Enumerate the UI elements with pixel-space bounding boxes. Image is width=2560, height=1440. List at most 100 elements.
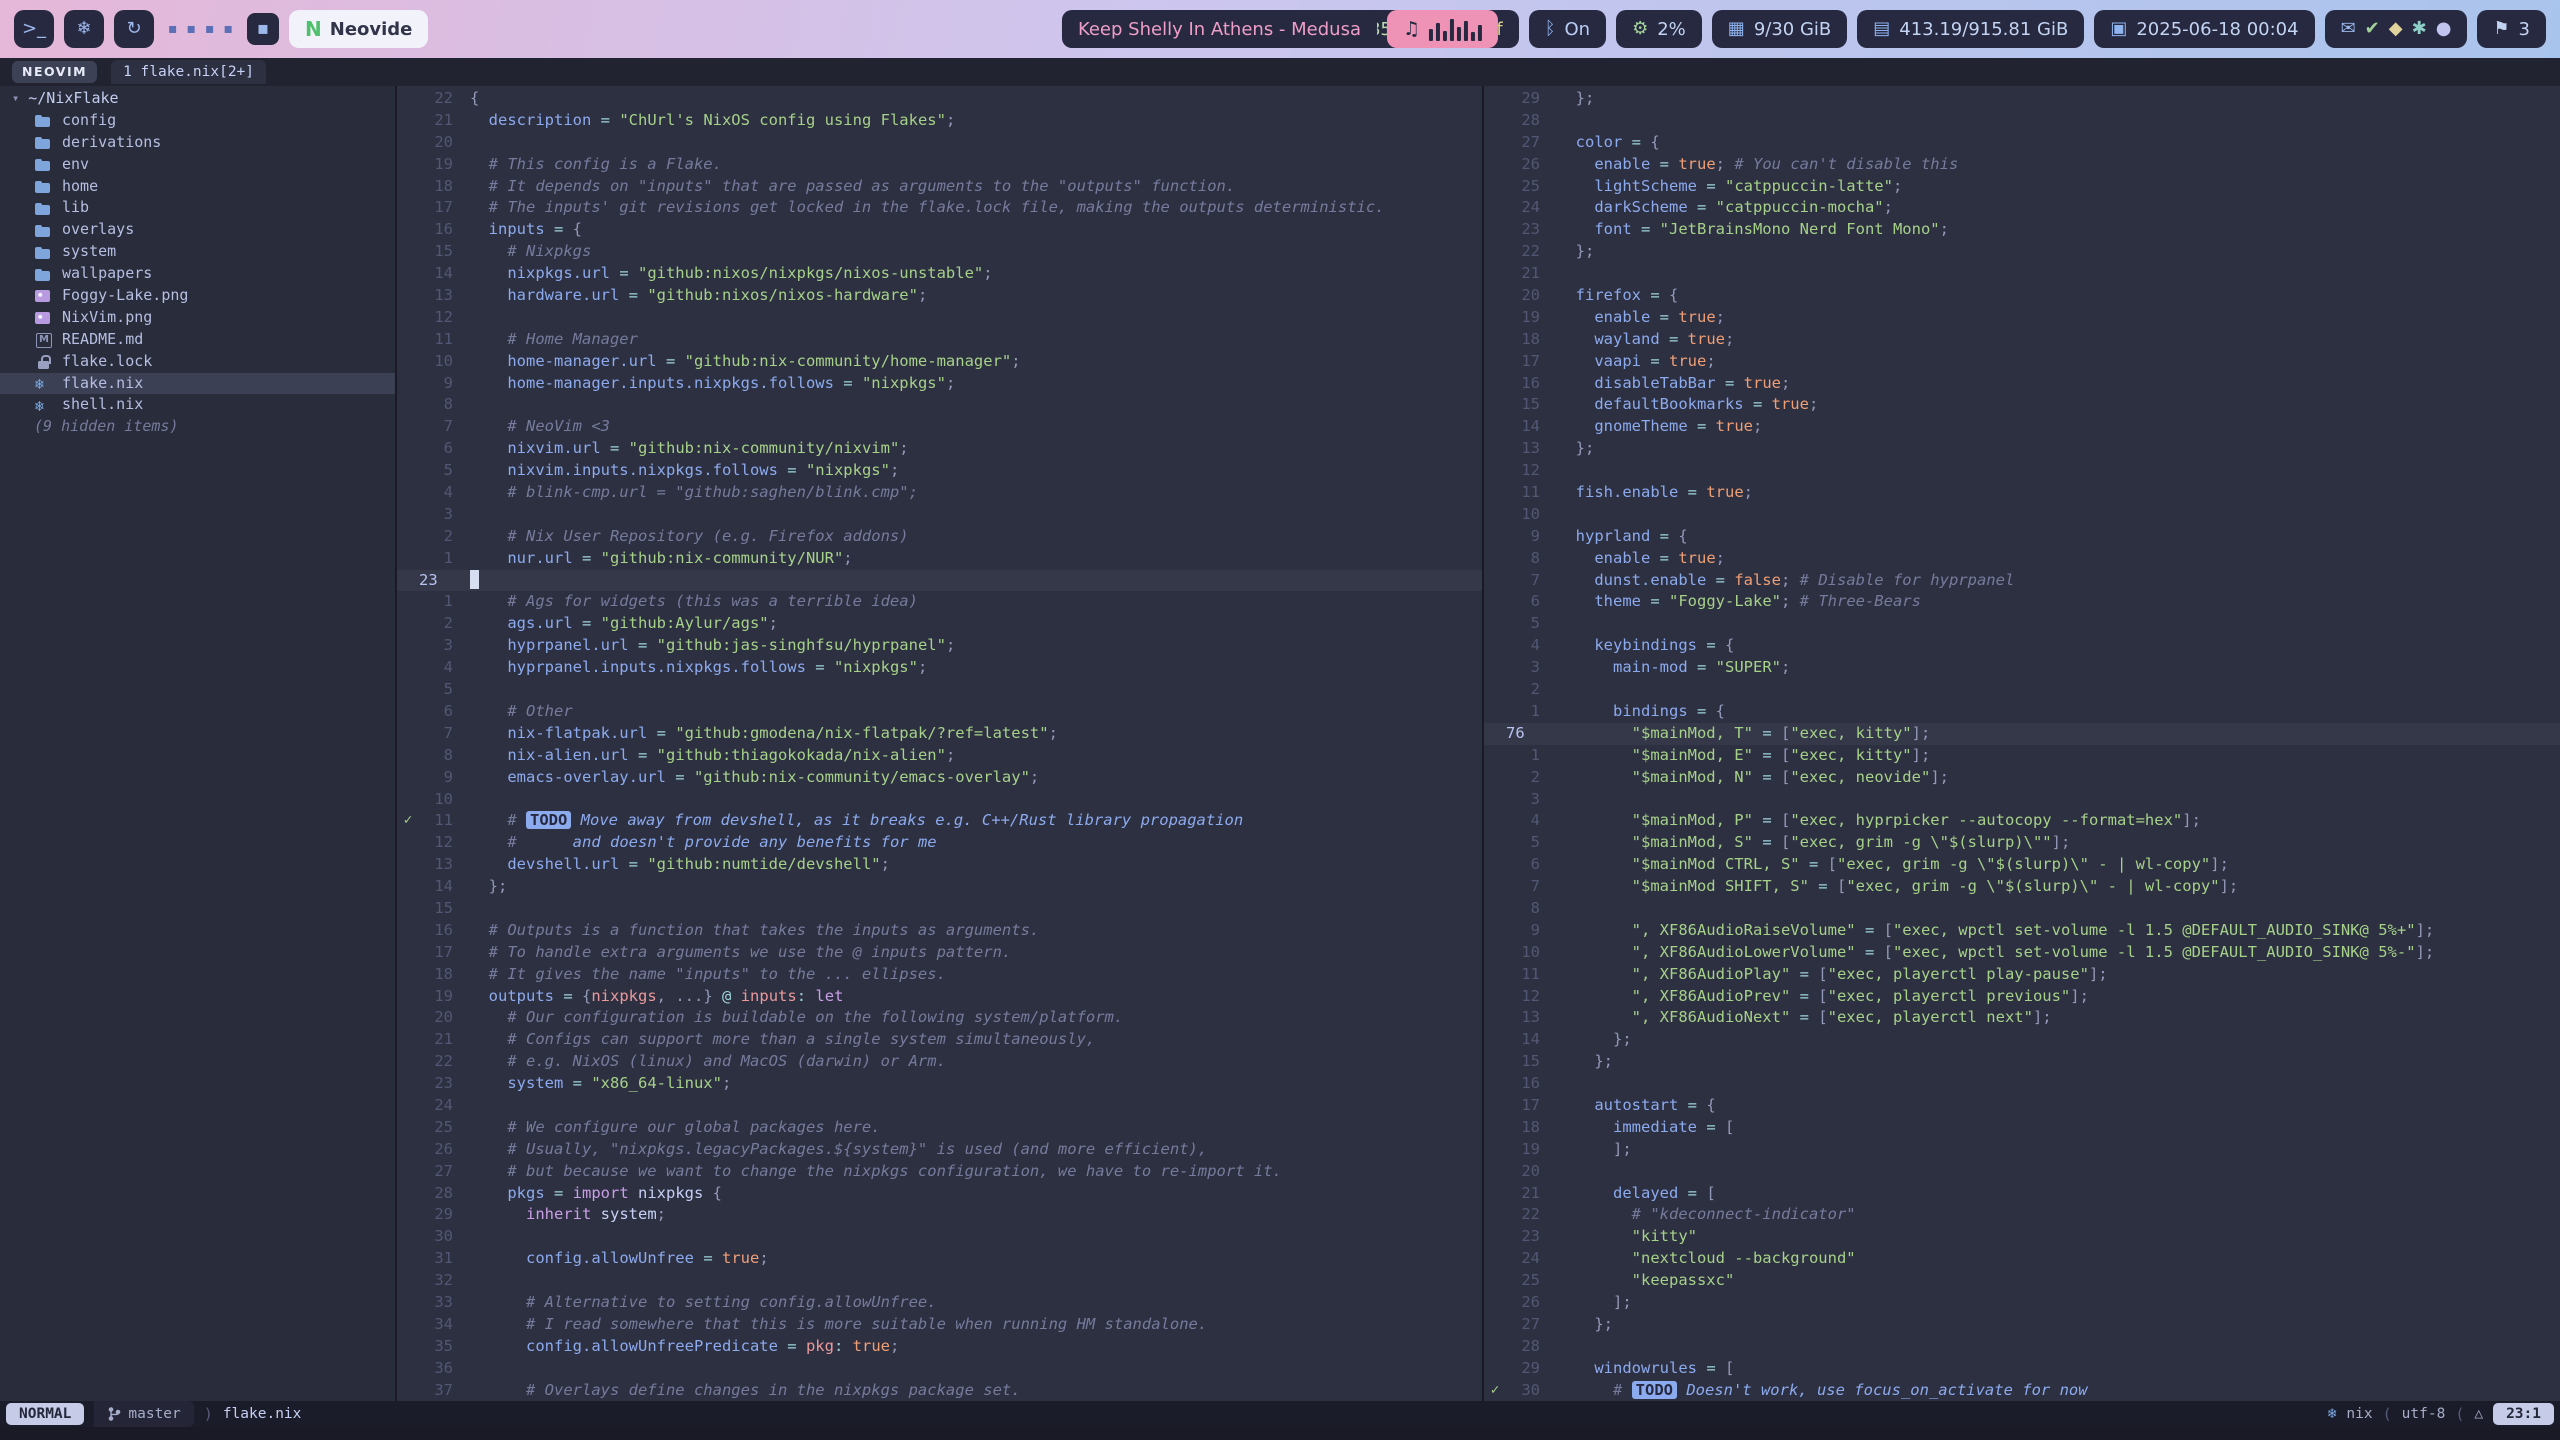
code-line[interactable]: 19 outputs = {nixpkgs, ...} @ inputs: le… (397, 986, 1482, 1008)
code-line[interactable]: 3 (397, 504, 1482, 526)
code-line[interactable]: 24 (397, 1095, 1482, 1117)
code-line[interactable]: 17 # The inputs' git revisions get locke… (397, 197, 1482, 219)
reload-button[interactable]: ↻ (114, 10, 154, 48)
code-line[interactable]: 1 "$mainMod, E" = ["exec, kitty"]; (1484, 745, 2560, 767)
code-line[interactable]: 28 pkgs = import nixpkgs { (397, 1183, 1482, 1205)
terminal-button[interactable]: >_ (14, 10, 54, 48)
code-line[interactable]: 10 (397, 789, 1482, 811)
dot-icon[interactable]: ● (2436, 20, 2452, 38)
code-line[interactable]: 29 windowrules = [ (1484, 1358, 2560, 1380)
code-line[interactable]: 4 keybindings = { (1484, 635, 2560, 657)
tree-item-wallpapers[interactable]: wallpapers (0, 263, 395, 285)
tree-item-env[interactable]: env (0, 154, 395, 176)
tree-item-Foggy-Lake.png[interactable]: Foggy-Lake.png (0, 285, 395, 307)
code-line[interactable]: 76 "$mainMod, T" = ["exec, kitty"]; (1484, 723, 2560, 745)
code-line[interactable]: 17 # To handle extra arguments we use th… (397, 942, 1482, 964)
code-line[interactable]: 35 config.allowUnfreePredicate = pkg: tr… (397, 1336, 1482, 1358)
code-line[interactable]: 18 immediate = [ (1484, 1117, 2560, 1139)
code-line[interactable]: 1 bindings = { (1484, 701, 2560, 723)
code-line[interactable]: 17 vaapi = true; (1484, 351, 2560, 373)
code-line[interactable]: 23 "kitty" (1484, 1226, 2560, 1248)
code-line[interactable]: 14 }; (397, 876, 1482, 898)
music-visualizer-module[interactable]: ♫ (1387, 10, 1498, 48)
memory-module[interactable]: ▦9/30 GiB (1712, 10, 1847, 48)
code-line[interactable]: 29 inherit system; (397, 1204, 1482, 1226)
code-line[interactable]: 7 nix-flatpak.url = "github:gmodena/nix-… (397, 723, 1482, 745)
workspace-icon[interactable]: ▪ (205, 21, 215, 37)
code-line[interactable]: 6 theme = "Foggy-Lake"; # Three-Bears (1484, 591, 2560, 613)
git-branch[interactable]: master (94, 1401, 193, 1427)
code-line[interactable]: 13 ", XF86AudioNext" = ["exec, playerctl… (1484, 1007, 2560, 1029)
code-line[interactable]: 30 (397, 1226, 1482, 1248)
code-line[interactable]: 32 (397, 1270, 1482, 1292)
code-line[interactable]: 8 enable = true; (1484, 548, 2560, 570)
code-line[interactable]: 2 (1484, 679, 2560, 701)
code-line[interactable]: ✓30 # TODO Doesn't work, use focus_on_ac… (1484, 1380, 2560, 1402)
workspace-icon[interactable]: ▪ (168, 21, 178, 37)
code-line[interactable]: 3 (1484, 789, 2560, 811)
code-line[interactable]: 15 }; (1484, 1051, 2560, 1073)
code-line[interactable]: 9 ", XF86AudioRaiseVolume" = ["exec, wpc… (1484, 920, 2560, 942)
code-line[interactable]: 4 "$mainMod, P" = ["exec, hyprpicker --a… (1484, 810, 2560, 832)
code-line[interactable]: 23 font = "JetBrainsMono Nerd Font Mono"… (1484, 219, 2560, 241)
code-line[interactable]: 12 ", XF86AudioPrev" = ["exec, playerctl… (1484, 986, 2560, 1008)
system-tray-module[interactable]: ✉✔◆✱● (2325, 10, 2468, 48)
code-line[interactable]: 2 "$mainMod, N" = ["exec, neovide"]; (1484, 767, 2560, 789)
tree-item-system[interactable]: system (0, 241, 395, 263)
code-line[interactable]: 5 (1484, 613, 2560, 635)
editor-pane-left[interactable]: 22{21 description = "ChUrl's NixOS confi… (397, 86, 1482, 1401)
code-line[interactable]: 8 (1484, 898, 2560, 920)
active-workspace[interactable]: ▪ (247, 13, 279, 45)
code-line[interactable]: 28 (1484, 110, 2560, 132)
code-line[interactable]: 15 # Nixpkgs (397, 241, 1482, 263)
tree-item-home[interactable]: home (0, 176, 395, 198)
code-line[interactable]: 29 }; (1484, 88, 2560, 110)
code-line[interactable]: 7 "$mainMod SHIFT, S" = ["exec, grim -g … (1484, 876, 2560, 898)
code-line[interactable]: 3 main-mod = "SUPER"; (1484, 657, 2560, 679)
code-line[interactable]: 24 "nextcloud --background" (1484, 1248, 2560, 1270)
code-line[interactable]: 7 dunst.enable = false; # Disable for hy… (1484, 570, 2560, 592)
tree-item-flake.nix[interactable]: flake.nix (0, 373, 395, 395)
code-line[interactable]: 28 (1484, 1336, 2560, 1358)
code-line[interactable]: 21 (1484, 263, 2560, 285)
workspace-icon[interactable]: ▪ (187, 21, 197, 37)
code-line[interactable]: 22 }; (1484, 241, 2560, 263)
code-line[interactable]: 11 ", XF86AudioPlay" = ["exec, playerctl… (1484, 964, 2560, 986)
check-icon[interactable]: ✔ (2365, 20, 2380, 38)
buffer-tab[interactable]: 1 flake.nix[2+] (111, 60, 266, 85)
cpu-module[interactable]: ⚙2% (1616, 10, 1702, 48)
code-line[interactable]: 27 color = { (1484, 132, 2560, 154)
tree-item-~/NixFlake[interactable]: ▾~/NixFlake (0, 88, 395, 110)
code-line[interactable]: 21 # Configs can support more than a sin… (397, 1029, 1482, 1051)
code-line[interactable]: 31 config.allowUnfree = true; (397, 1248, 1482, 1270)
code-line[interactable]: 18 # It gives the name "inputs" to the .… (397, 964, 1482, 986)
code-line[interactable]: 21 description = "ChUrl's NixOS config u… (397, 110, 1482, 132)
code-line[interactable]: 20 # Our configuration is buildable on t… (397, 1007, 1482, 1029)
code-line[interactable]: 16 # Outputs is a function that takes th… (397, 920, 1482, 942)
paw-icon[interactable]: ✱ (2412, 20, 2427, 38)
code-line[interactable]: 14 }; (1484, 1029, 2560, 1051)
code-line[interactable]: 17 autostart = { (1484, 1095, 2560, 1117)
code-line[interactable]: 34 # I read somewhere that this is more … (397, 1314, 1482, 1336)
code-line[interactable]: 20 firefox = { (1484, 285, 2560, 307)
code-line[interactable]: 6 nixvim.url = "github:nix-community/nix… (397, 438, 1482, 460)
code-line[interactable]: 25 "keepassxc" (1484, 1270, 2560, 1292)
code-line[interactable]: 37 # Overlays define changes in the nixp… (397, 1380, 1482, 1402)
code-line[interactable]: 12 (1484, 460, 2560, 482)
code-line[interactable]: 5 nixvim.inputs.nixpkgs.follows = "nixpk… (397, 460, 1482, 482)
code-line[interactable]: ✓11 # TODO Move away from devshell, as i… (397, 810, 1482, 832)
code-line[interactable]: 14 nixpkgs.url = "github:nixos/nixpkgs/n… (397, 263, 1482, 285)
code-line[interactable]: 13 devshell.url = "github:numtide/devshe… (397, 854, 1482, 876)
code-line[interactable]: 26 enable = true; # You can't disable th… (1484, 154, 2560, 176)
code-line[interactable]: 8 nix-alien.url = "github:thiagokokada/n… (397, 745, 1482, 767)
code-line[interactable]: 9 emacs-overlay.url = "github:nix-commun… (397, 767, 1482, 789)
tree-item-shell.nix[interactable]: shell.nix (0, 394, 395, 416)
code-line[interactable]: 27 # but because we want to change the n… (397, 1161, 1482, 1183)
code-line[interactable]: 24 darkScheme = "catppuccin-mocha"; (1484, 197, 2560, 219)
code-line[interactable]: 36 (397, 1358, 1482, 1380)
code-line[interactable]: 11 fish.enable = true; (1484, 482, 2560, 504)
notifications-module[interactable]: ⚑3 (2477, 10, 2546, 48)
tree-item-overlays[interactable]: overlays (0, 219, 395, 241)
code-line[interactable]: 5 "$mainMod, S" = ["exec, grim -g \"$(sl… (1484, 832, 2560, 854)
code-line[interactable]: 12 (397, 307, 1482, 329)
